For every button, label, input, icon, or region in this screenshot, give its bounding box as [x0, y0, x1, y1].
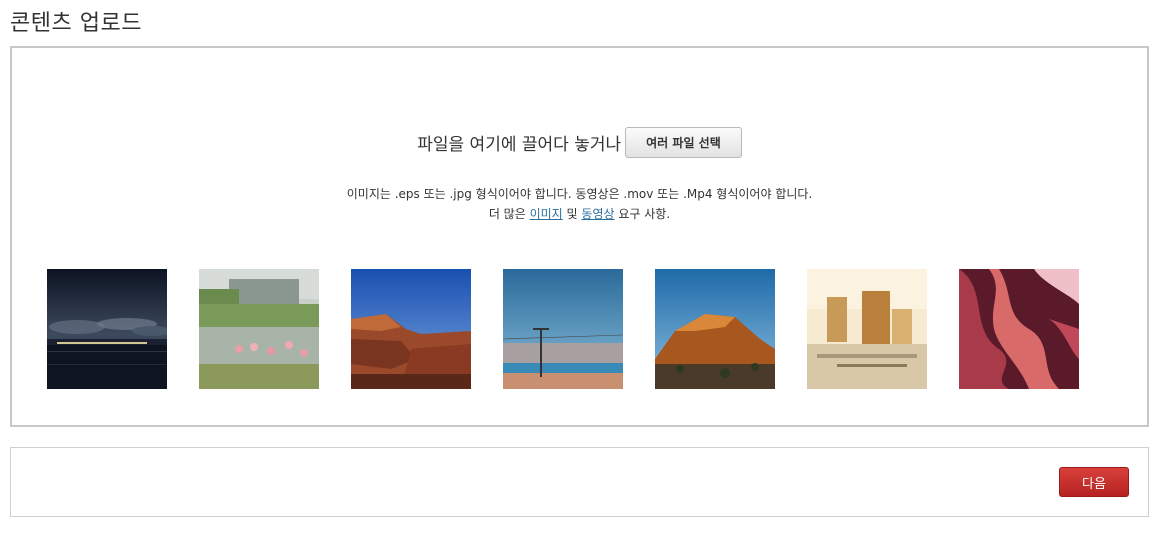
- file-drop-zone[interactable]: 파일을 여기에 끌어다 놓거나 여러 파일 선택 이미지는 .eps 또는 .j…: [10, 46, 1149, 427]
- and-text: 및: [566, 207, 578, 221]
- flamingos-photo[interactable]: [199, 269, 319, 389]
- antelope-canyon-photo[interactable]: [959, 269, 1079, 389]
- red-rock-cliff-photo[interactable]: [351, 269, 471, 389]
- desert-butte-photo[interactable]: [655, 269, 775, 389]
- footer-panel: 다음: [10, 447, 1149, 517]
- image-requirements-link[interactable]: 이미지: [530, 207, 563, 221]
- page-title: 콘텐츠 업로드: [10, 11, 142, 36]
- more-requirements-line: 더 많은 이미지 및 동영상 요구 사항.: [12, 205, 1147, 222]
- night-harbor-photo[interactable]: [47, 269, 167, 389]
- video-requirements-link[interactable]: 동영상: [581, 207, 614, 221]
- sample-thumbnails: [47, 269, 1079, 389]
- select-files-button[interactable]: 여러 파일 선택: [625, 127, 742, 158]
- drop-prompt-text: 파일을 여기에 끌어다 놓거나: [417, 135, 622, 155]
- next-button[interactable]: 다음: [1059, 467, 1129, 497]
- more-requirements-suffix: 요구 사항.: [618, 207, 671, 221]
- more-requirements-prefix: 더 많은: [488, 207, 526, 221]
- las-vegas-strip-photo[interactable]: [807, 269, 927, 389]
- drop-prompt-row: 파일을 여기에 끌어다 놓거나 여러 파일 선택: [12, 127, 1147, 158]
- format-requirements-text: 이미지는 .eps 또는 .jpg 형식이어야 합니다. 동영상은 .mov 또…: [346, 187, 813, 201]
- lake-power-pole-photo[interactable]: [503, 269, 623, 389]
